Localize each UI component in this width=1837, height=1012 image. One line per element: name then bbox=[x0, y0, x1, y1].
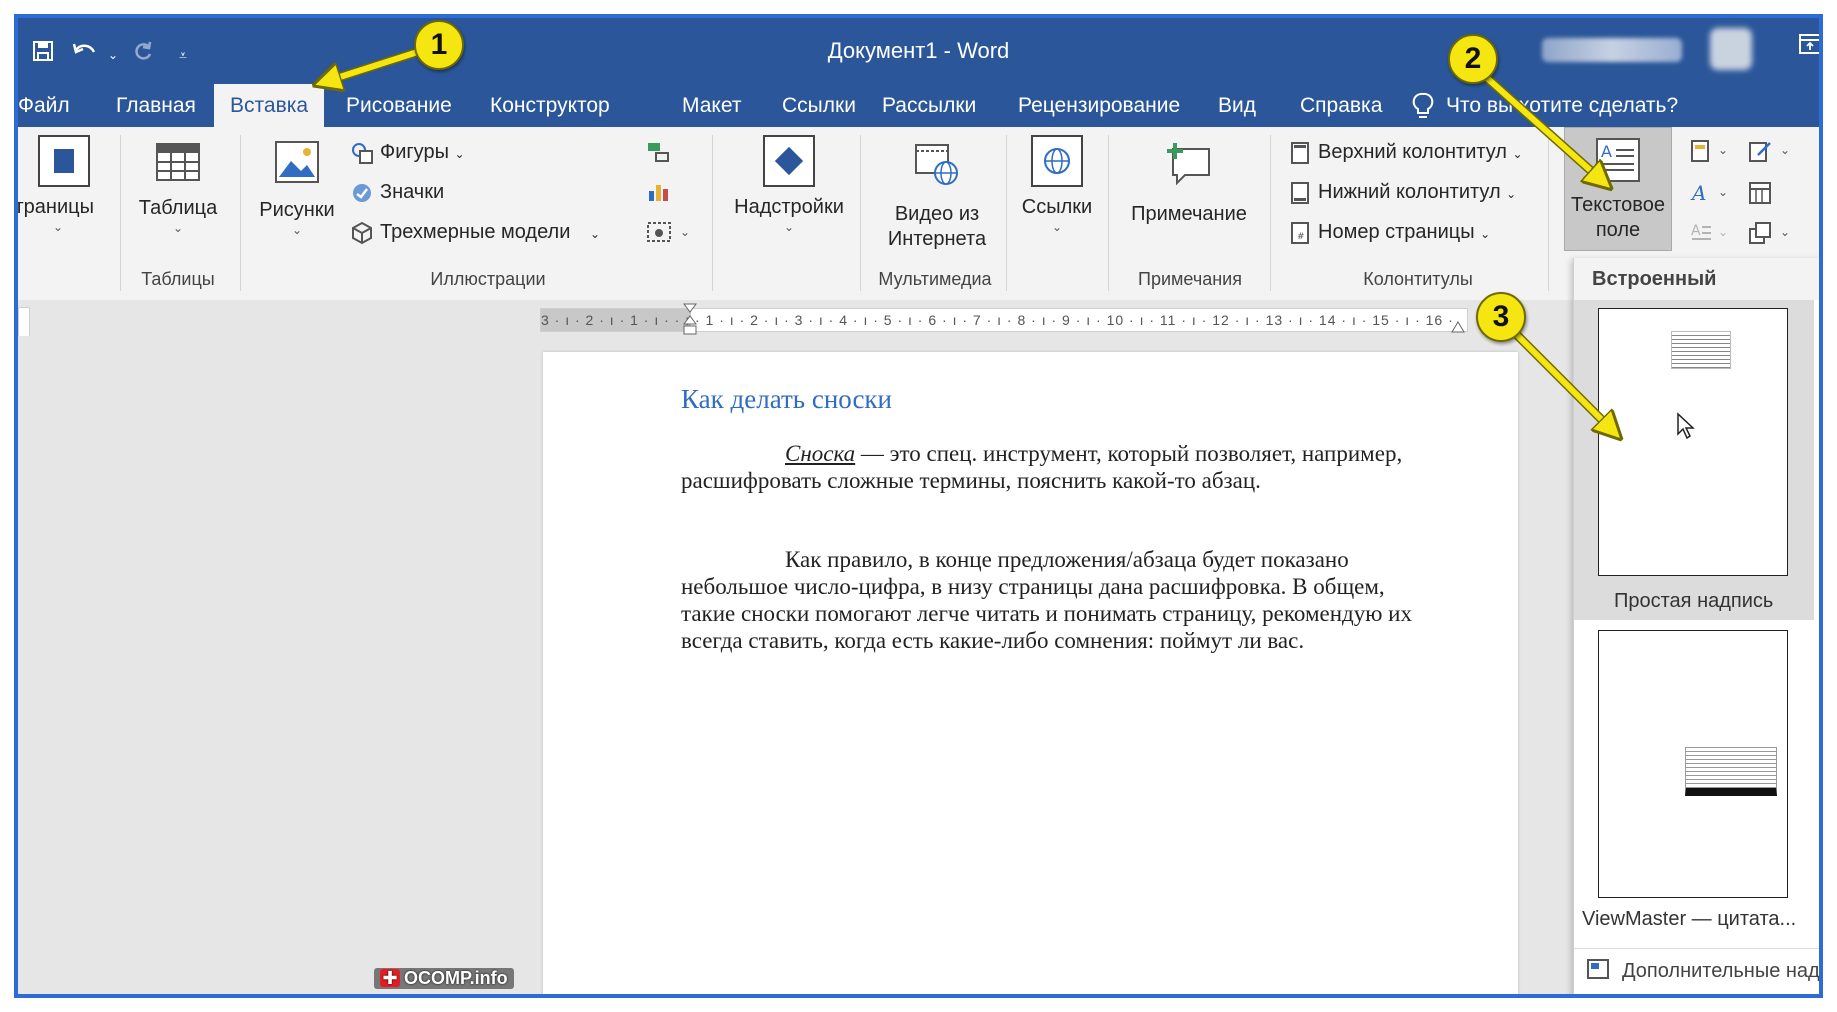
plus-icon: ✚ bbox=[380, 969, 400, 987]
step-badge-2: 2 bbox=[1448, 34, 1498, 84]
app-window: ⌄ ⩡ Документ1 - Word Файл Главная Вставк… bbox=[14, 14, 1823, 998]
arrow-1-fill bbox=[318, 45, 431, 84]
annotation-arrows bbox=[18, 43, 1823, 998]
arrow-2-fill bbox=[1476, 67, 1608, 186]
watermark-text: OCOMP.info bbox=[404, 968, 508, 988]
arrow-3-fill bbox=[1497, 315, 1618, 436]
step-badge-3: 3 bbox=[1476, 292, 1526, 342]
watermark-logo: ✚ OCOMP.info bbox=[374, 968, 514, 989]
step-badge-1: 1 bbox=[414, 20, 464, 70]
